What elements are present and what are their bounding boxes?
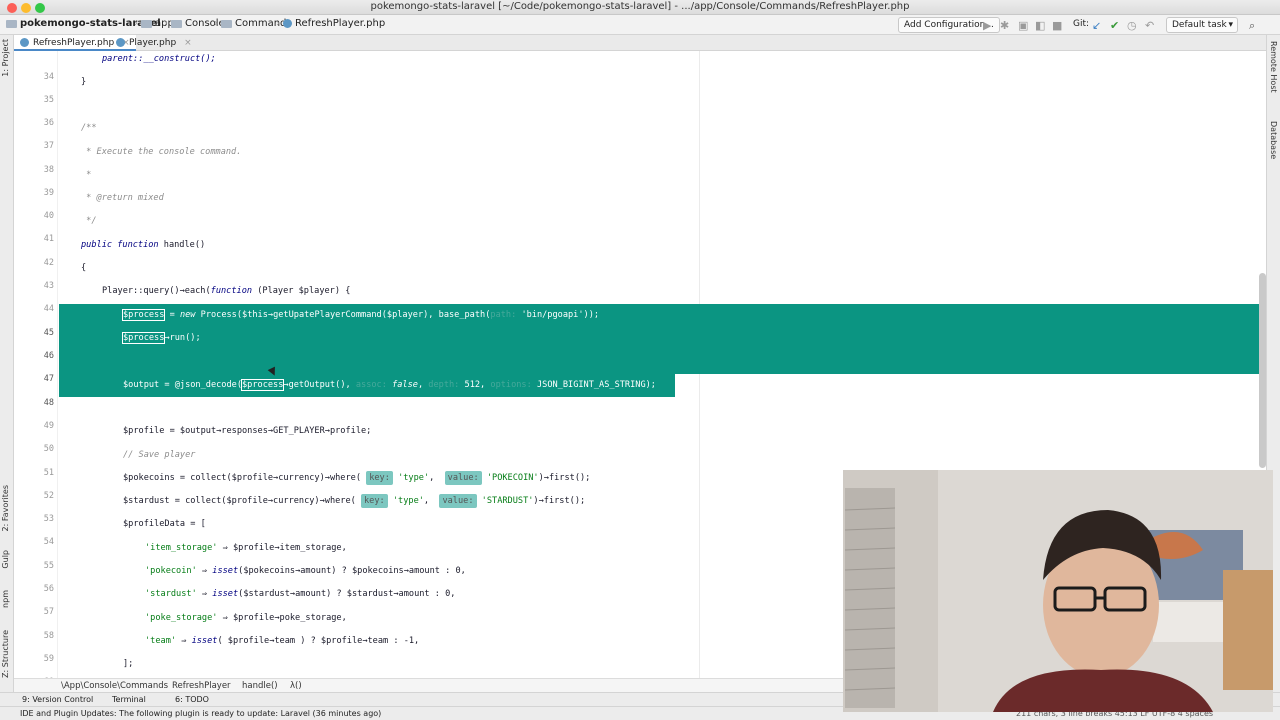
git-update-icon[interactable]: ↙ bbox=[1092, 19, 1101, 32]
close-icon[interactable]: × bbox=[184, 38, 192, 48]
git-revert-icon[interactable]: ↶ bbox=[1145, 19, 1154, 32]
code-line: 44 Player::query()→each(function (Player… bbox=[43, 286, 351, 314]
tool-gulp[interactable]: Gulp bbox=[1, 550, 10, 569]
stop-icon[interactable]: ■ bbox=[1052, 19, 1062, 32]
run-icon[interactable]: ▶ bbox=[983, 19, 991, 32]
code-line: 42 public function handle() bbox=[43, 240, 206, 268]
code-line-selected: 47 bbox=[43, 374, 54, 384]
breadcrumb-method[interactable]: handle() bbox=[242, 681, 278, 691]
status-message[interactable]: IDE and Plugin Updates: The following pl… bbox=[20, 709, 381, 718]
tool-database[interactable]: Database bbox=[1269, 121, 1278, 159]
folder-icon bbox=[171, 19, 182, 28]
code-line-selected: 45 $process = new Process($this→getUpate… bbox=[43, 309, 600, 338]
php-file-icon bbox=[20, 38, 29, 47]
tool-project[interactable]: 1: Project bbox=[1, 39, 10, 77]
code-line: 37 /** bbox=[43, 123, 97, 151]
code-line: 43 { bbox=[43, 263, 87, 291]
breadcrumb-class[interactable]: RefreshPlayer bbox=[172, 681, 231, 691]
coverage-icon[interactable]: ▣ bbox=[1018, 19, 1028, 32]
profile-icon[interactable]: ◧ bbox=[1035, 19, 1045, 32]
git-label: Git: bbox=[1073, 19, 1090, 29]
left-tool-window-bar: 1: Project 2: Favorites Gulp npm Z: Stru… bbox=[0, 35, 14, 692]
code-line: 41 */ bbox=[43, 216, 97, 244]
editor-tabs: RefreshPlayer.php × Player.php × bbox=[14, 35, 1266, 51]
window-title: pokemongo-stats-laravel [~/Code/pokemong… bbox=[370, 1, 910, 12]
code-line: 50 $profile = $output→responses→GET_PLAY… bbox=[43, 426, 372, 454]
code-line: 36 bbox=[43, 118, 54, 128]
breadcrumb-namespace[interactable]: \App\Console\Commands bbox=[61, 681, 168, 691]
code-line-selected: 46 $process→run(); bbox=[43, 332, 201, 361]
tab-player[interactable]: Player.php × bbox=[110, 35, 198, 51]
webcam-image bbox=[843, 470, 1273, 712]
folder-icon bbox=[6, 19, 17, 28]
title-bar: pokemongo-stats-laravel [~/Code/pokemong… bbox=[0, 0, 1280, 15]
scrollbar-thumb[interactable] bbox=[1259, 273, 1266, 468]
code-line: 34 parent::__construct(); bbox=[43, 54, 216, 82]
chevron-down-icon: ▾ bbox=[1228, 20, 1233, 30]
git-commit-icon[interactable]: ✔ bbox=[1110, 19, 1119, 32]
webcam-overlay bbox=[843, 470, 1273, 712]
tool-npm[interactable]: npm bbox=[1, 590, 10, 608]
chevron-right-icon: › bbox=[214, 18, 218, 29]
tool-favorites[interactable]: 2: Favorites bbox=[1, 485, 10, 531]
tool-version-control[interactable]: 9: Version Control bbox=[22, 695, 93, 704]
folder-icon bbox=[141, 19, 152, 28]
php-file-icon bbox=[116, 38, 125, 47]
chevron-right-icon: › bbox=[134, 18, 138, 29]
code-line: 35 } bbox=[43, 77, 87, 105]
code-line: 51 // Save player bbox=[43, 450, 196, 478]
default-task-dropdown[interactable]: Default task ▾ bbox=[1166, 17, 1238, 33]
tool-remote-host[interactable]: Remote Host bbox=[1269, 41, 1278, 93]
debug-icon[interactable]: ✱ bbox=[1000, 19, 1009, 32]
search-icon[interactable]: ⌕ bbox=[1249, 19, 1255, 33]
code-line: 39 * bbox=[43, 170, 92, 198]
navigation-bar: pokemongo-stats-laravel › app › Console … bbox=[0, 15, 1280, 35]
chevron-right-icon: › bbox=[164, 18, 168, 29]
nav-crumb-file[interactable]: › RefreshPlayer.php bbox=[272, 18, 385, 29]
tool-terminal[interactable]: Terminal bbox=[112, 695, 146, 704]
tool-structure[interactable]: Z: Structure bbox=[1, 630, 10, 678]
tool-todo[interactable]: 6: TODO bbox=[175, 695, 209, 704]
code-line: 38 * Execute the console command. bbox=[43, 147, 242, 175]
code-line: 40 * @return mixed bbox=[43, 193, 164, 221]
code-line-selected: 48 $output = @json_decode($process→getOu… bbox=[43, 379, 656, 408]
folder-icon bbox=[221, 19, 232, 28]
breadcrumb-closure[interactable]: λ() bbox=[290, 681, 302, 691]
code-line: 49 bbox=[43, 421, 54, 431]
chevron-right-icon: › bbox=[276, 18, 280, 29]
php-file-icon bbox=[283, 19, 292, 28]
git-history-icon[interactable]: ◷ bbox=[1127, 19, 1137, 32]
